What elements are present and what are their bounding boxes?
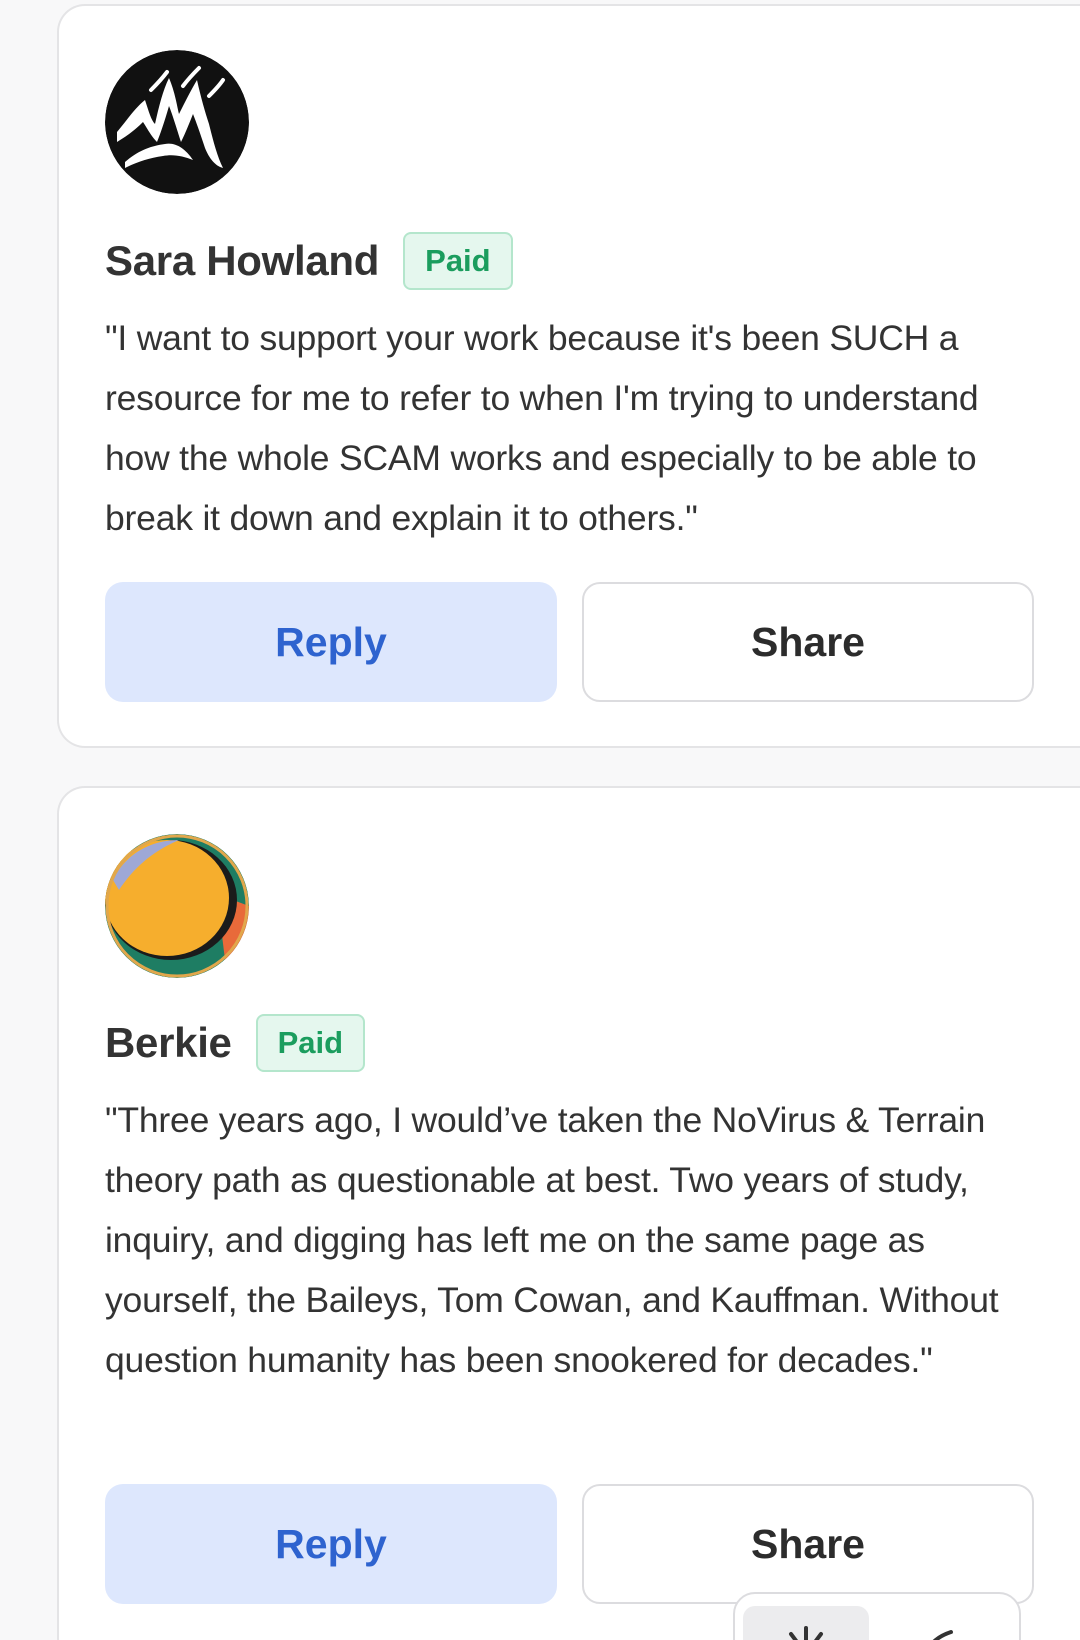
sparkle-like-icon — [789, 1626, 823, 1640]
reply-button[interactable]: Reply — [105, 582, 557, 702]
comment-text: "I want to support your work because it'… — [105, 318, 979, 538]
paid-badge: Paid — [255, 1014, 366, 1072]
avatar[interactable] — [105, 834, 249, 978]
comment-header: Sara Howland Paid — [105, 232, 513, 290]
share-action-button[interactable] — [885, 1606, 1011, 1640]
comment-card: Sara Howland Paid "I want to support you… — [57, 4, 1080, 748]
commenter-name[interactable]: Berkie — [105, 1019, 232, 1067]
comment-card: Berkie Paid "Three years ago, I would’ve… — [57, 786, 1080, 1640]
share-button[interactable]: Share — [582, 582, 1034, 702]
comment-text: "Three years ago, I would’ve taken the N… — [105, 1100, 999, 1380]
comments-page: Sara Howland Paid "I want to support you… — [0, 0, 1080, 1640]
floating-action-bar — [733, 1592, 1021, 1640]
black-mountain-brush-logo-icon — [105, 50, 249, 194]
avatar[interactable] — [105, 50, 249, 194]
paid-badge: Paid — [403, 232, 513, 290]
share-button[interactable]: Share — [582, 1484, 1034, 1604]
comment-header: Berkie Paid — [105, 1014, 366, 1072]
orange-circle-abstract-icon — [105, 834, 249, 978]
reply-button[interactable]: Reply — [105, 1484, 557, 1604]
commenter-name[interactable]: Sara Howland — [105, 237, 379, 285]
share-arrow-icon — [932, 1630, 953, 1640]
like-button[interactable] — [743, 1606, 869, 1640]
